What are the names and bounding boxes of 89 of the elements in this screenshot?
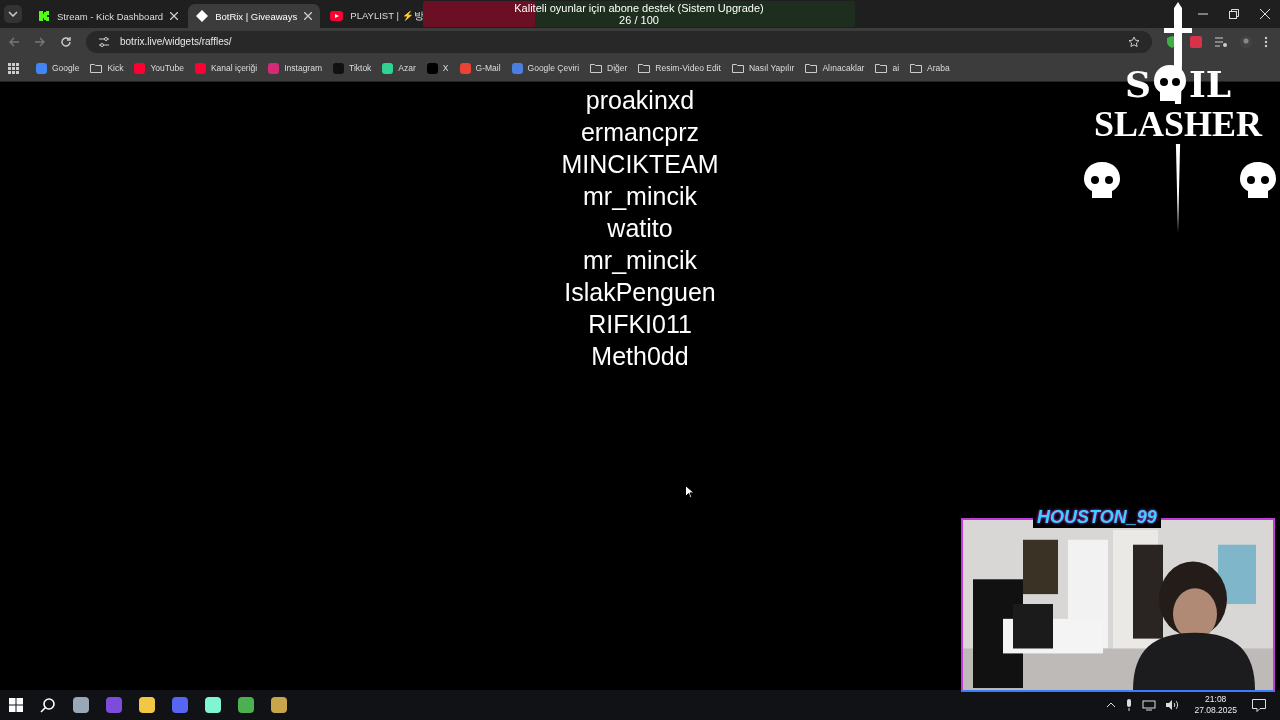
bookmark-label: Araba bbox=[927, 63, 950, 73]
folder-icon bbox=[90, 63, 103, 73]
bookmark-label: X bbox=[442, 63, 449, 73]
browser-tab[interactable]: BotRix | Giveaways bbox=[188, 4, 321, 28]
winner-name: RIFKI011 bbox=[588, 309, 692, 340]
winner-name: IslakPenguen bbox=[564, 277, 716, 308]
reload-icon[interactable] bbox=[60, 35, 72, 48]
forward-icon[interactable] bbox=[34, 35, 46, 48]
address-field[interactable]: botrix.live/widgets/raffles/ bbox=[86, 30, 1152, 53]
network-icon[interactable] bbox=[1142, 699, 1157, 711]
bookmark-item[interactable]: Nasıl Yapılır bbox=[731, 63, 795, 73]
winner-name: watito bbox=[607, 213, 673, 244]
profile-icon[interactable] bbox=[1240, 35, 1252, 48]
taskbar-app-icon[interactable] bbox=[271, 697, 287, 713]
apps-icon[interactable] bbox=[8, 62, 19, 74]
bookmark-item[interactable]: Kanal içeriği bbox=[194, 62, 258, 74]
bookmark-label: Instagram bbox=[284, 63, 322, 73]
taskbar-app-icon[interactable] bbox=[106, 697, 122, 713]
diamond-logo-icon bbox=[196, 10, 209, 22]
winner-name: proakinxd bbox=[585, 85, 695, 116]
bookmark-label: Diğer bbox=[607, 63, 628, 73]
bookmark-item[interactable]: Google Çeviri bbox=[511, 62, 580, 74]
bookmark-item[interactable]: ai bbox=[875, 63, 900, 73]
bookmark-label: Tiktok bbox=[349, 63, 372, 73]
close-icon[interactable] bbox=[304, 12, 313, 20]
taskbar-app-icon[interactable] bbox=[205, 697, 221, 713]
bookmark-label: Azar bbox=[398, 63, 416, 73]
windows-start-icon[interactable] bbox=[9, 698, 23, 712]
bookmark-item[interactable]: Alınacaklar bbox=[805, 63, 865, 73]
playlist-icon[interactable] bbox=[1214, 35, 1228, 48]
site-settings-icon[interactable] bbox=[98, 35, 110, 48]
bookmark-item[interactable]: X bbox=[426, 62, 449, 74]
browser-tab[interactable]: PLAYLIST | ⚡방 bbox=[322, 4, 426, 28]
logo-text: IL bbox=[1188, 64, 1232, 104]
bookmark-star-icon[interactable] bbox=[1128, 35, 1140, 48]
folder-icon bbox=[731, 63, 744, 73]
taskbar-app-icon[interactable] bbox=[139, 697, 155, 713]
bookmark-label: G-Mail bbox=[475, 63, 501, 73]
chevron-down-icon bbox=[8, 11, 18, 17]
clock-date: 27.08.2025 bbox=[1194, 705, 1237, 716]
taskbar-app-icon[interactable] bbox=[73, 697, 89, 713]
skull-icon bbox=[1082, 162, 1122, 198]
bookmark-item[interactable]: Azar bbox=[382, 62, 416, 74]
notification-icon[interactable] bbox=[1252, 698, 1266, 712]
folder-icon bbox=[590, 63, 603, 73]
chevron-up-icon[interactable] bbox=[1106, 702, 1117, 708]
microphone-icon[interactable] bbox=[1125, 699, 1134, 711]
bookmark-item[interactable]: G-Mail bbox=[459, 62, 501, 74]
bookmark-label: ai bbox=[892, 63, 900, 73]
bookmark-item[interactable]: Tiktok bbox=[333, 62, 372, 74]
bookmark-item[interactable]: Kick bbox=[90, 63, 124, 73]
clock-time: 21:08 bbox=[1205, 694, 1227, 705]
folder-icon bbox=[910, 63, 923, 73]
bookmark-label: YouTube bbox=[150, 63, 184, 73]
k-logo-icon bbox=[38, 10, 50, 22]
mouse-cursor-icon bbox=[685, 485, 695, 499]
close-icon[interactable] bbox=[170, 12, 179, 20]
bookmark-label: Alınacaklar bbox=[822, 63, 865, 73]
winner-name: mr_mincik bbox=[583, 181, 697, 212]
bookmark-item[interactable]: Instagram bbox=[268, 62, 322, 74]
back-icon[interactable] bbox=[8, 35, 20, 48]
winner-name: ermancprz bbox=[580, 117, 700, 148]
bookmark-label: Nasıl Yapılır bbox=[748, 63, 795, 73]
winner-name: mr_mincik bbox=[583, 245, 697, 276]
bookmark-label: Kanal içeriği bbox=[210, 63, 258, 73]
bookmark-label: Google Çeviri bbox=[527, 63, 580, 73]
logo-text: S bbox=[1124, 64, 1151, 104]
winner-name: Meth0dd bbox=[591, 341, 689, 372]
goal-count: 26 / 100 bbox=[618, 14, 660, 26]
bookmark-label: Resim-Video Edit bbox=[655, 63, 721, 73]
folder-icon bbox=[805, 63, 818, 73]
bookmark-label: Kick bbox=[107, 63, 124, 73]
bookmark-item[interactable]: YouTube bbox=[134, 62, 184, 74]
speaker-icon[interactable] bbox=[1165, 699, 1180, 711]
bookmark-item[interactable]: Google bbox=[36, 62, 80, 74]
tab-list-button[interactable] bbox=[4, 5, 22, 23]
search-icon[interactable] bbox=[40, 697, 56, 713]
taskbar-app-icon[interactable] bbox=[172, 697, 188, 713]
bookmark-item[interactable]: Diğer bbox=[590, 63, 628, 73]
bookmark-label: Google bbox=[52, 63, 80, 73]
browser-tab[interactable]: Stream - Kick Dashboard bbox=[30, 4, 187, 28]
goal-title: Kaliteli oyunlar için abone destek (Sistem Upgrade) bbox=[513, 2, 765, 14]
folder-icon bbox=[875, 63, 888, 73]
folder-icon bbox=[638, 63, 651, 73]
taskbar-app-icon[interactable] bbox=[238, 697, 254, 713]
winner-name: MINCIKTEAM bbox=[561, 149, 719, 180]
bookmark-item[interactable]: Resim-Video Edit bbox=[638, 63, 721, 73]
more-icon[interactable] bbox=[1264, 35, 1268, 48]
bookmark-item[interactable]: Araba bbox=[910, 63, 950, 73]
